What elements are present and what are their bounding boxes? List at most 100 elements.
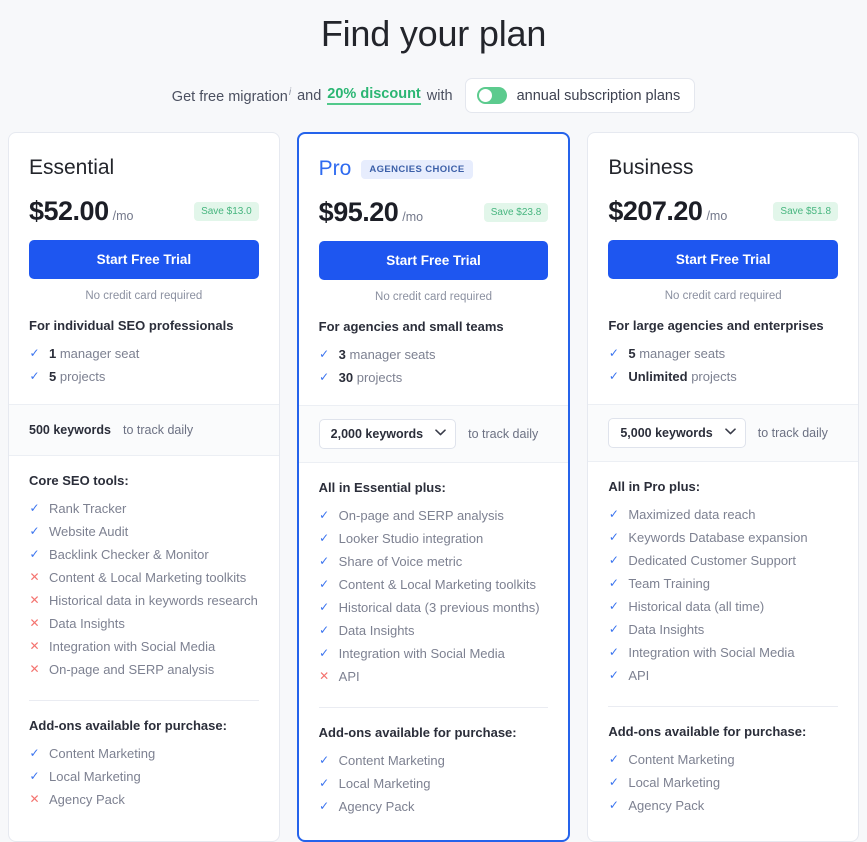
feature-label: Data Insights bbox=[49, 616, 125, 631]
check-icon: ✓ bbox=[319, 623, 330, 637]
check-icon: ✓ bbox=[608, 798, 619, 812]
check-icon: ✓ bbox=[608, 645, 619, 659]
audience-feature-label: 5 projects bbox=[49, 369, 106, 384]
promo-with-label: with bbox=[426, 87, 453, 104]
feature-label: Integration with Social Media bbox=[49, 639, 216, 654]
save-badge: Save $51.8 bbox=[773, 202, 839, 221]
keywords-count: 500 keywords bbox=[29, 423, 111, 437]
features-section-title: All in Essential plus: bbox=[318, 480, 446, 495]
check-icon: ✓ bbox=[319, 600, 330, 614]
check-icon: ✓ bbox=[29, 501, 40, 515]
keywords-select[interactable]: 5,000 keywords bbox=[608, 418, 746, 448]
features-section: All in Pro plus: ✓ Maximized data reach ✓ Ke… bbox=[588, 462, 858, 707]
save-badge: Save $13.0 bbox=[194, 202, 259, 221]
addon-item: ✓ Agency Pack bbox=[319, 795, 549, 818]
cross-icon: ✕ bbox=[29, 570, 40, 584]
keywords-suffix: to track daily bbox=[468, 427, 539, 441]
addon-item: ✓ Agency Pack bbox=[608, 794, 838, 817]
features-section: All in Essential plus: ✓ On-page and SERP … bbox=[299, 463, 569, 708]
cross-icon: ✕ bbox=[29, 639, 40, 653]
audience-feature-value: 3 bbox=[338, 347, 346, 362]
plan-name-row: Pro AGENCIES CHOICE bbox=[319, 154, 549, 184]
feature-list: ✓ Maximized data reach ✓ Keywords Database … bbox=[608, 503, 838, 687]
addon-label: Content Marketing bbox=[628, 752, 735, 767]
check-icon: ✓ bbox=[319, 370, 330, 384]
start-free-trial-button[interactable]: Start Free Trial bbox=[29, 240, 259, 279]
audience-feature-item: ✓ 1 manager seat bbox=[29, 342, 259, 365]
feature-label: Website Audit bbox=[49, 524, 129, 539]
discount-link[interactable]: 20% discount bbox=[327, 86, 421, 105]
check-icon: ✓ bbox=[608, 775, 619, 789]
check-icon: ✓ bbox=[608, 346, 619, 360]
audience-feature-item: ✓ 3 manager seats bbox=[319, 343, 549, 366]
addon-item: ✓ Content Marketing bbox=[29, 742, 259, 765]
start-free-trial-button[interactable]: Start Free Trial bbox=[608, 240, 839, 279]
info-superscript-icon[interactable]: i bbox=[289, 87, 291, 98]
chevron-down-icon bbox=[435, 429, 446, 439]
features-section-title: Core SEO tools: bbox=[29, 473, 129, 488]
addon-label: Local Marketing bbox=[628, 775, 721, 790]
feature-item: ✓ Historical data (3 previous months) bbox=[319, 596, 549, 619]
feature-label: On-page and SERP analysis bbox=[49, 662, 215, 677]
feature-label: Data Insights bbox=[338, 623, 415, 638]
cta-note: No credit card required bbox=[85, 290, 203, 302]
check-icon: ✓ bbox=[608, 530, 619, 544]
check-icon: ✓ bbox=[608, 668, 619, 682]
audience-feature-value: 1 bbox=[49, 346, 57, 361]
check-icon: ✓ bbox=[319, 577, 330, 591]
feature-label: API bbox=[628, 668, 650, 683]
addon-label: Content Marketing bbox=[338, 753, 445, 768]
feature-label: Keywords Database expansion bbox=[628, 530, 808, 545]
feature-label: Integration with Social Media bbox=[628, 645, 795, 660]
feature-label: Rank Tracker bbox=[49, 501, 127, 516]
feature-label: Backlink Checker & Monitor bbox=[49, 547, 209, 562]
audience-section: For large agencies and enterprises ✓ 5 man… bbox=[588, 318, 858, 404]
feature-label: On-page and SERP analysis bbox=[338, 508, 504, 523]
check-icon: ✓ bbox=[319, 646, 330, 660]
audience-feature-value: 30 bbox=[338, 370, 354, 385]
keywords-static-value: 500 keywords bbox=[29, 423, 111, 437]
feature-label: Dedicated Customer Support bbox=[628, 553, 796, 568]
features-section-title: All in Pro plus: bbox=[608, 479, 701, 494]
audience-feature-list: ✓ 5 manager seats ✓ Unlimited projects bbox=[608, 342, 838, 388]
save-badge: Save $23.8 bbox=[483, 203, 549, 222]
annual-subscription-toggle[interactable]: annual subscription plans bbox=[464, 78, 696, 113]
feature-label: Maximized data reach bbox=[628, 507, 756, 522]
audience-section: For individual SEO professionals ✓ 1 manag… bbox=[9, 318, 279, 404]
cross-icon: ✕ bbox=[319, 669, 330, 683]
check-icon: ✓ bbox=[29, 524, 40, 538]
toggle-knob bbox=[478, 89, 492, 102]
feature-item: ✕ API bbox=[319, 665, 549, 688]
feature-item: ✓ Content & Local Marketing toolkits bbox=[319, 573, 549, 596]
toggle-switch-icon[interactable] bbox=[476, 87, 507, 104]
plan-name: Pro bbox=[318, 157, 352, 180]
feature-list: ✓ On-page and SERP analysis ✓ Looker Studio… bbox=[319, 504, 549, 688]
check-icon: ✓ bbox=[608, 553, 619, 567]
check-icon: ✓ bbox=[608, 369, 619, 383]
plan-name-row: Essential bbox=[29, 153, 259, 183]
keywords-select[interactable]: 2,000 keywords bbox=[318, 419, 457, 449]
feature-item: ✕ Content & Local Marketing toolkits bbox=[29, 566, 259, 589]
audience-feature-label: 30 projects bbox=[338, 370, 403, 385]
feature-label: Integration with Social Media bbox=[338, 646, 505, 661]
price-period: /mo bbox=[706, 209, 728, 223]
check-icon: ✓ bbox=[29, 369, 40, 383]
pricing-page: Find your plan Get free migrationi and 2… bbox=[0, 0, 867, 842]
check-icon: ✓ bbox=[319, 554, 330, 568]
price-row: $52.00/mo Save $13.0 bbox=[29, 196, 259, 227]
start-free-trial-button[interactable]: Start Free Trial bbox=[318, 241, 549, 280]
addon-label: Agency Pack bbox=[338, 799, 415, 814]
check-icon: ✓ bbox=[608, 599, 619, 613]
addons-title: Add-ons available for purchase: bbox=[318, 725, 517, 740]
keywords-suffix: to track daily bbox=[123, 423, 194, 437]
addon-list: ✓ Content Marketing ✓ Local Marketing ✓ Agenc… bbox=[608, 748, 838, 817]
pricing-card-essential: Essential $52.00/mo Save $13.0 Start Free T… bbox=[8, 132, 280, 842]
plan-name-row: Business bbox=[608, 153, 838, 183]
feature-item: ✓ Backlink Checker & Monitor bbox=[29, 543, 259, 566]
promo-prefix-label: Get free migration bbox=[171, 88, 288, 105]
addon-label: Content Marketing bbox=[49, 746, 156, 761]
features-section: Core SEO tools: ✓ Rank Tracker ✓ Website Aud… bbox=[9, 456, 279, 701]
feature-item: ✓ Data Insights bbox=[608, 618, 838, 641]
feature-label: Historical data in keywords research bbox=[49, 593, 258, 608]
addons-section: Add-ons available for purchase: ✓ Content … bbox=[299, 708, 569, 840]
